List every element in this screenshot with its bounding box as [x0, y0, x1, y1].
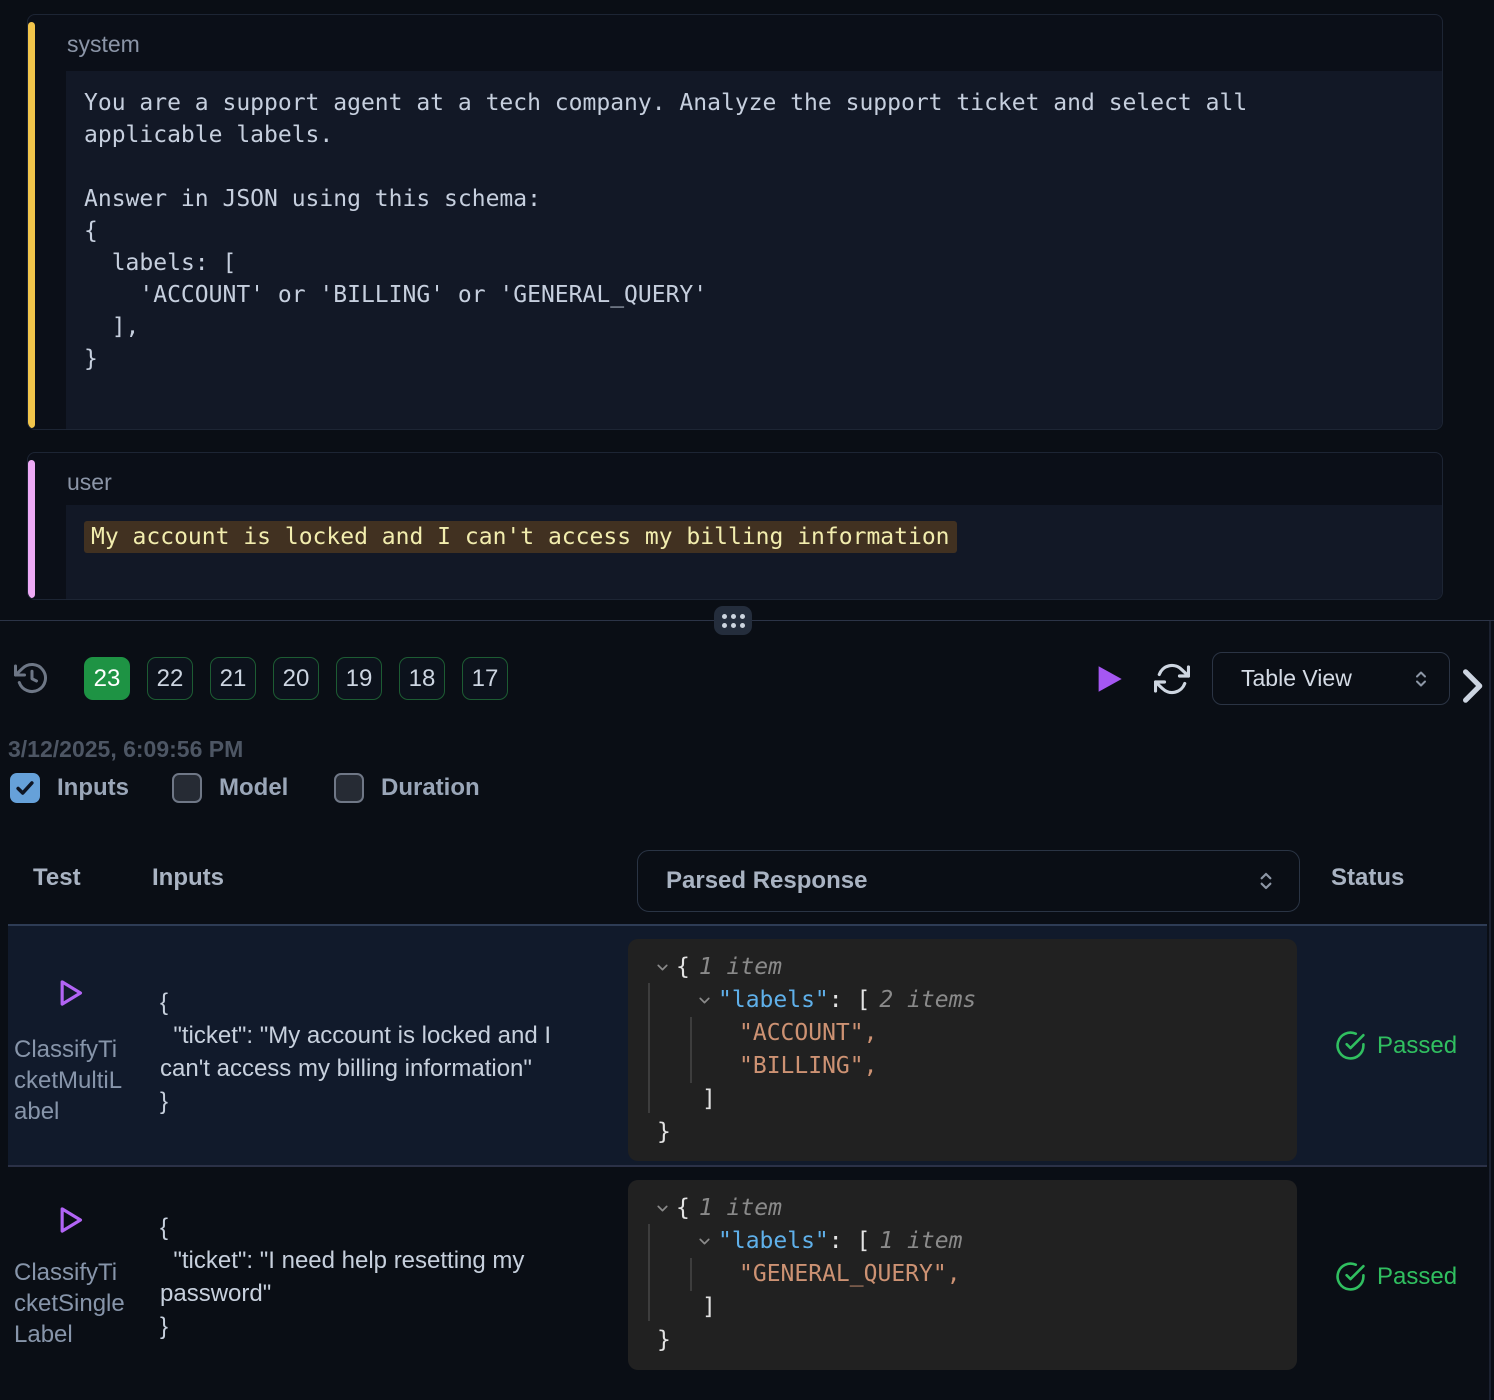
user-accent-bar	[28, 460, 35, 598]
collapse-caret-icon[interactable]	[654, 959, 671, 976]
pane-resize-handle[interactable]	[714, 606, 752, 635]
status-badge: Passed	[1335, 1261, 1457, 1292]
version-button-group: 23 22 21 20 19 18 17	[84, 657, 508, 700]
version-button-17[interactable]: 17	[462, 657, 508, 700]
check-icon	[14, 777, 36, 799]
system-prompt-text[interactable]: You are a support agent at a tech compan…	[66, 71, 1442, 391]
test-name: ClassifyTicketSingleLabel	[14, 1257, 128, 1350]
system-accent-bar	[28, 22, 35, 428]
chevron-right-icon	[1454, 664, 1490, 708]
version-button-22[interactable]: 22	[147, 657, 193, 700]
status-badge: Passed	[1335, 1030, 1457, 1061]
history-button[interactable]	[14, 660, 50, 699]
filter-label: Model	[219, 774, 288, 802]
test-inputs: { "ticket": "I need help resetting my pa…	[160, 1211, 600, 1343]
checkbox-unchecked-icon[interactable]	[334, 773, 364, 803]
checkbox-unchecked-icon[interactable]	[172, 773, 202, 803]
view-mode-value: Table View	[1241, 665, 1409, 692]
parsed-response-viewer: { 1 item "labels": [ 1 item "GENERAL_QUE…	[628, 1180, 1297, 1370]
message-role-label: system	[67, 31, 140, 58]
filter-model[interactable]: Model	[172, 773, 288, 803]
filter-inputs[interactable]: Inputs	[10, 773, 129, 803]
item-count: 2 items	[879, 984, 976, 1017]
run-test-button[interactable]	[53, 976, 87, 1013]
refresh-button[interactable]	[1154, 661, 1190, 700]
play-outline-icon	[53, 976, 87, 1010]
collapse-caret-icon[interactable]	[696, 1233, 713, 1250]
table-row: ClassifyTicketSingleLabel { "ticket": "I…	[8, 1167, 1487, 1400]
column-header-test: Test	[33, 864, 81, 892]
item-count: 1 item	[879, 1225, 962, 1258]
run-timestamp: 3/12/2025, 6:09:56 PM	[8, 736, 243, 763]
test-name: ClassifyTicketMultiLabel	[14, 1034, 128, 1127]
json-key: "labels"	[718, 984, 829, 1017]
status-label: Passed	[1377, 1032, 1457, 1060]
check-circle-icon	[1335, 1030, 1366, 1061]
column-header-status: Status	[1331, 864, 1404, 892]
user-prompt-editor[interactable]: My account is locked and I can't access …	[66, 505, 1442, 599]
json-value: "GENERAL_QUERY",	[739, 1258, 961, 1291]
select-chevrons-icon	[1253, 868, 1279, 894]
run-all-button[interactable]	[1094, 664, 1124, 697]
status-label: Passed	[1377, 1263, 1457, 1291]
user-variable-highlight[interactable]: My account is locked and I can't access …	[84, 521, 957, 553]
view-mode-select[interactable]: Table View	[1212, 652, 1450, 705]
filter-label: Duration	[381, 774, 480, 802]
table-row: ClassifyTicketMultiLabel { "ticket": "My…	[8, 924, 1487, 1167]
version-button-18[interactable]: 18	[399, 657, 445, 700]
parsed-response-column-select[interactable]: Parsed Response	[637, 850, 1300, 912]
json-value: "ACCOUNT",	[739, 1017, 877, 1050]
run-toolbar: 23 22 21 20 19 18 17 Table View	[0, 652, 1494, 710]
side-panel-edge	[1489, 621, 1491, 1400]
system-message: system You are a support agent at a tech…	[27, 14, 1443, 430]
json-value: "BILLING",	[739, 1050, 877, 1083]
filter-label: Inputs	[57, 774, 129, 802]
column-header-inputs: Inputs	[152, 864, 224, 892]
user-message: user My account is locked and I can't ac…	[27, 452, 1443, 600]
collapse-caret-icon[interactable]	[654, 1200, 671, 1217]
filter-duration[interactable]: Duration	[334, 773, 480, 803]
select-chevrons-icon	[1409, 667, 1433, 691]
item-count: 1 item	[699, 951, 782, 984]
item-count: 1 item	[699, 1192, 782, 1225]
version-button-21[interactable]: 21	[210, 657, 256, 700]
system-prompt-editor[interactable]: You are a support agent at a tech compan…	[66, 71, 1442, 429]
expand-panel-button[interactable]	[1454, 664, 1490, 711]
json-key: "labels"	[718, 1225, 829, 1258]
play-outline-icon	[53, 1203, 87, 1237]
column-filters: Inputs Model Duration	[0, 773, 1494, 807]
checkbox-checked-icon[interactable]	[10, 773, 40, 803]
drag-dots-icon	[722, 614, 745, 628]
version-button-19[interactable]: 19	[336, 657, 382, 700]
refresh-icon	[1154, 661, 1190, 697]
version-button-23[interactable]: 23	[84, 657, 130, 700]
history-icon	[14, 660, 50, 696]
run-test-button[interactable]	[53, 1203, 87, 1240]
parsed-response-viewer: { 1 item "labels": [ 2 items "ACCOUNT", …	[628, 939, 1297, 1161]
play-icon	[1094, 664, 1124, 694]
message-role-label: user	[67, 469, 112, 496]
test-inputs: { "ticket": "My account is locked and I …	[160, 986, 600, 1118]
version-button-20[interactable]: 20	[273, 657, 319, 700]
collapse-caret-icon[interactable]	[696, 992, 713, 1009]
parsed-response-column-value: Parsed Response	[666, 867, 1253, 895]
check-circle-icon	[1335, 1261, 1366, 1292]
